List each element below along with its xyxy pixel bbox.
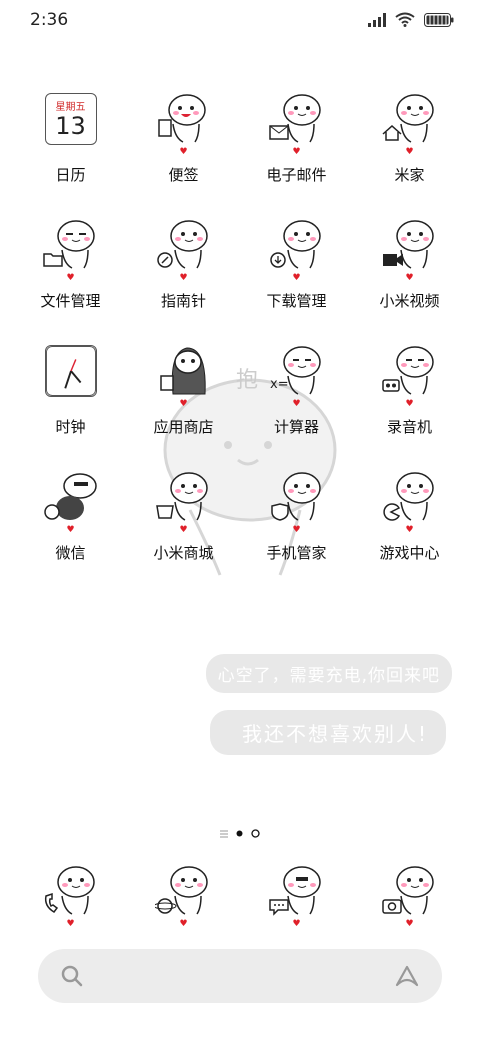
app-label: 文件管理 xyxy=(40,292,101,310)
app-mijia[interactable]: ♥ 米家 xyxy=(353,90,466,216)
app-email[interactable]: ♥ 电子邮件 xyxy=(240,90,353,216)
svg-text:x=: x= xyxy=(270,377,289,392)
app-compass[interactable]: ♥ 指南针 xyxy=(127,216,240,342)
app-calculator[interactable]: x= ♥ 计算器 xyxy=(240,342,353,468)
app-label: 小米商城 xyxy=(153,544,214,562)
heart-icon: ♥ xyxy=(405,525,414,535)
calendar-weekday: 星期五 xyxy=(55,102,86,113)
search-icon[interactable] xyxy=(60,964,84,988)
app-clock[interactable]: ♥ 时钟 xyxy=(14,342,127,468)
app-calendar[interactable]: 星期五13 ♥ 日历 xyxy=(14,90,127,216)
app-video[interactable]: ♥ 小米视频 xyxy=(353,216,466,342)
bubble-line-2: 我还不想喜欢别人! xyxy=(209,710,446,755)
app-files[interactable]: ♥ 文件管理 xyxy=(14,216,127,342)
app-game-center[interactable]: ♥ 游戏中心 xyxy=(353,468,466,594)
app-notes[interactable]: ♥ 便签 xyxy=(127,90,240,216)
folder-icon xyxy=(42,220,95,269)
heart-icon: ♥ xyxy=(292,147,301,157)
dock: ♥ ♥ ♥ ♥ xyxy=(0,862,480,929)
home-icon xyxy=(382,94,434,143)
download-icon xyxy=(269,220,321,269)
heart-icon: ♥ xyxy=(405,147,414,157)
app-grid: 星期五13 ♥ 日历 ♥ 便签 ♥ 电子邮件 xyxy=(0,90,480,594)
app-label: 便签 xyxy=(168,166,199,184)
dock-browser[interactable]: ♥ xyxy=(127,862,240,929)
bubble-line-1: 心空了，需要充电,你回来吧 xyxy=(205,654,452,693)
app-label: 米家 xyxy=(394,166,425,184)
app-label: 手机管家 xyxy=(266,544,327,562)
calculator-icon: x= xyxy=(270,346,321,395)
search-bar[interactable] xyxy=(38,949,442,1003)
status-time: 2:36 xyxy=(30,10,69,30)
assistant-icon[interactable] xyxy=(394,963,420,989)
security-icon xyxy=(270,472,321,521)
heart-icon: ♥ xyxy=(405,273,414,283)
browser-icon xyxy=(154,866,208,915)
signal-icon xyxy=(368,12,386,27)
dock-messages[interactable]: ♥ xyxy=(240,862,353,929)
heart-icon: ♥ xyxy=(66,525,75,535)
app-store[interactable]: ♥ 应用商店 xyxy=(127,342,240,468)
heart-icon: ♥ xyxy=(179,919,188,929)
heart-icon: ♥ xyxy=(179,399,188,409)
phone-icon xyxy=(44,866,95,915)
page-indicator[interactable] xyxy=(0,829,480,838)
app-security[interactable]: ♥ 手机管家 xyxy=(240,468,353,594)
app-downloads[interactable]: ♥ 下载管理 xyxy=(240,216,353,342)
heart-icon: ♥ xyxy=(292,273,301,283)
app-label: 小米视频 xyxy=(379,292,440,310)
game-icon xyxy=(382,472,434,521)
heart-icon: ♥ xyxy=(179,147,188,157)
app-label: 游戏中心 xyxy=(379,544,440,562)
app-label: 录音机 xyxy=(386,418,432,436)
clock-icon xyxy=(42,342,100,400)
notes-icon xyxy=(157,94,206,143)
heart-icon: ♥ xyxy=(66,919,75,929)
heart-icon: ♥ xyxy=(179,525,188,535)
video-icon xyxy=(382,220,434,269)
heart-icon: ♥ xyxy=(179,273,188,283)
heart-icon: ♥ xyxy=(292,919,301,929)
page-dot-active[interactable] xyxy=(236,830,243,837)
calendar-icon: 星期五 13 xyxy=(42,90,100,148)
menu-lines-icon xyxy=(220,830,228,837)
app-label: 日历 xyxy=(55,166,86,184)
app-label: 指南针 xyxy=(160,292,206,310)
compass-icon xyxy=(156,220,208,269)
app-label: 计算器 xyxy=(273,418,319,436)
heart-icon: ♥ xyxy=(405,919,414,929)
store-icon xyxy=(159,347,206,395)
wechat-icon xyxy=(43,473,97,520)
heart-icon: ♥ xyxy=(292,399,301,409)
app-recorder[interactable]: ♥ 录音机 xyxy=(353,342,466,468)
app-label: 应用商店 xyxy=(153,418,214,436)
app-mi-shop[interactable]: ♥ 小米商城 xyxy=(127,468,240,594)
app-label: 时钟 xyxy=(55,418,86,436)
mail-icon xyxy=(268,94,321,143)
heart-icon: ♥ xyxy=(405,399,414,409)
heart-icon: ♥ xyxy=(66,273,75,283)
dock-camera[interactable]: ♥ xyxy=(353,862,466,929)
messages-icon xyxy=(268,866,321,916)
app-label: 电子邮件 xyxy=(266,166,327,184)
wifi-icon xyxy=(395,12,415,27)
camera-icon xyxy=(381,866,434,915)
app-label: 微信 xyxy=(55,544,86,562)
app-wechat[interactable]: ♥ 微信 xyxy=(14,468,127,594)
heart-icon: ♥ xyxy=(292,525,301,535)
status-bar: 2:36 xyxy=(0,0,480,40)
page-dot[interactable] xyxy=(251,829,260,838)
calendar-day: 13 xyxy=(55,112,86,140)
app-label: 下载管理 xyxy=(266,292,327,310)
battery-icon xyxy=(424,12,454,27)
shop-icon xyxy=(155,472,208,521)
recorder-icon xyxy=(381,346,434,395)
dock-phone[interactable]: ♥ xyxy=(14,862,127,929)
